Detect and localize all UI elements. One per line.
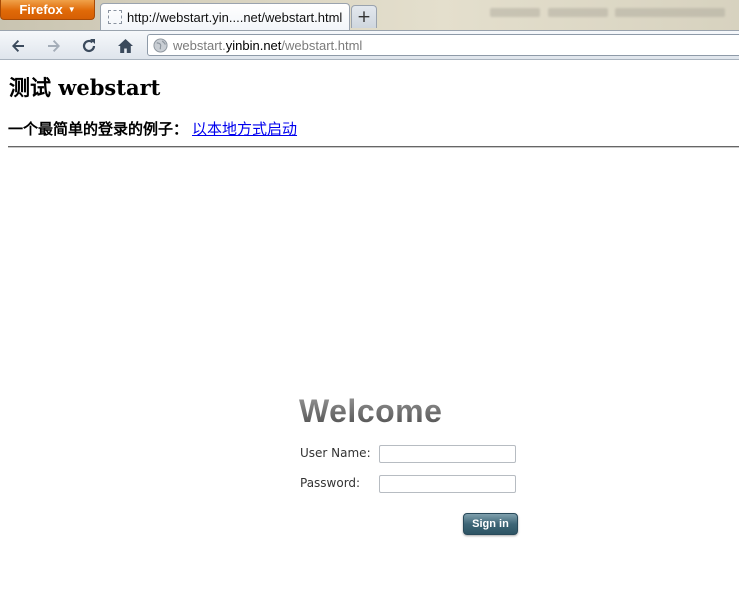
password-input[interactable] (379, 475, 516, 493)
home-button[interactable] (114, 35, 136, 57)
sign-in-button[interactable]: Sign in (463, 513, 518, 535)
home-icon (117, 39, 133, 53)
page-favicon-icon (108, 10, 122, 24)
sign-in-label: Sign in (472, 518, 509, 530)
page-title: 测试 webstart (9, 75, 161, 100)
firefox-menu-label: Firefox (19, 2, 63, 17)
reload-icon (82, 39, 96, 53)
url-text: webstart.yinbin.net/webstart.html (173, 38, 362, 53)
forward-arrow-icon (48, 40, 60, 52)
new-tab-button[interactable]: + (351, 5, 377, 28)
reload-button[interactable] (78, 35, 100, 57)
url-domain: yinbin.net (225, 37, 282, 53)
username-input[interactable] (379, 445, 516, 463)
browser-tab-strip: Firefox ▼ http://webstart.yin....net/web… (0, 0, 739, 30)
launch-local-link[interactable]: 以本地方式启动 (192, 120, 297, 138)
background-blur (548, 8, 608, 17)
welcome-heading: Welcome (299, 393, 443, 429)
background-blur (490, 8, 540, 17)
url-path: /webstart.html (281, 37, 363, 53)
navigation-toolbar: webstart.yinbin.net/webstart.html (0, 30, 739, 60)
intro-text: 一个最简单的登录的例子： (8, 120, 189, 138)
username-label: User Name: (300, 446, 371, 460)
dropdown-caret-icon: ▼ (67, 5, 76, 14)
browser-tab-active[interactable]: http://webstart.yin....net/webstart.html (100, 3, 350, 30)
address-bar[interactable]: webstart.yinbin.net/webstart.html (147, 34, 739, 56)
forward-button[interactable] (43, 35, 65, 57)
firefox-menu-button[interactable]: Firefox ▼ (0, 0, 95, 20)
password-label: Password: (300, 476, 361, 490)
intro-line: 一个最简单的登录的例子： 以本地方式启动 (8, 118, 297, 139)
back-arrow-icon (12, 40, 24, 52)
background-blur (615, 8, 725, 17)
back-button[interactable] (7, 35, 29, 57)
url-prefix: webstart. (173, 37, 226, 53)
globe-icon (153, 37, 168, 53)
page-content: 测试 webstart 一个最简单的登录的例子： 以本地方式启动 Welcome … (0, 60, 739, 597)
tab-title: http://webstart.yin....net/webstart.html (127, 9, 343, 25)
plus-icon: + (356, 7, 372, 27)
divider (8, 146, 739, 148)
